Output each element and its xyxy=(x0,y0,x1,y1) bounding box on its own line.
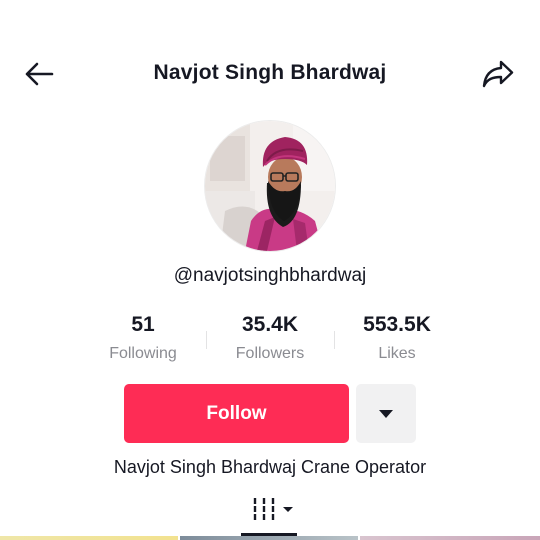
more-options-button[interactable] xyxy=(356,384,416,443)
video-thumbnail[interactable] xyxy=(0,536,178,540)
stat-following[interactable]: 51 Following xyxy=(78,312,208,364)
following-count: 51 xyxy=(131,313,155,336)
videos-grid-icon xyxy=(252,498,276,520)
likes-count: 553.5K xyxy=(363,313,431,336)
username: @navjotsinghbhardwaj xyxy=(173,265,367,286)
stat-likes[interactable]: 553.5K Likes xyxy=(332,312,462,364)
following-label: Following xyxy=(109,345,177,362)
caret-down-icon xyxy=(379,409,393,418)
small-caret-down-icon xyxy=(283,507,293,512)
share-arrow-icon xyxy=(482,60,514,88)
profile-photo xyxy=(205,121,335,251)
video-thumbnail[interactable] xyxy=(180,536,358,540)
follow-button[interactable]: Follow xyxy=(124,384,349,443)
share-button[interactable] xyxy=(479,56,517,92)
avatar[interactable] xyxy=(205,121,335,251)
tab-videos[interactable] xyxy=(248,492,298,526)
followers-label: Followers xyxy=(235,345,305,362)
followers-count: 35.4K xyxy=(241,313,299,336)
bio-text: Navjot Singh Bhardwaj Crane Operator xyxy=(113,457,427,477)
likes-label: Likes xyxy=(378,345,416,362)
stat-followers[interactable]: 35.4K Followers xyxy=(205,312,335,364)
video-thumbnail[interactable] xyxy=(360,536,540,540)
page-title: Navjot Singh Bhardwaj xyxy=(153,61,387,84)
profile-page: Navjot Singh Bhardwaj @navjotsinghbhardw… xyxy=(0,0,540,540)
